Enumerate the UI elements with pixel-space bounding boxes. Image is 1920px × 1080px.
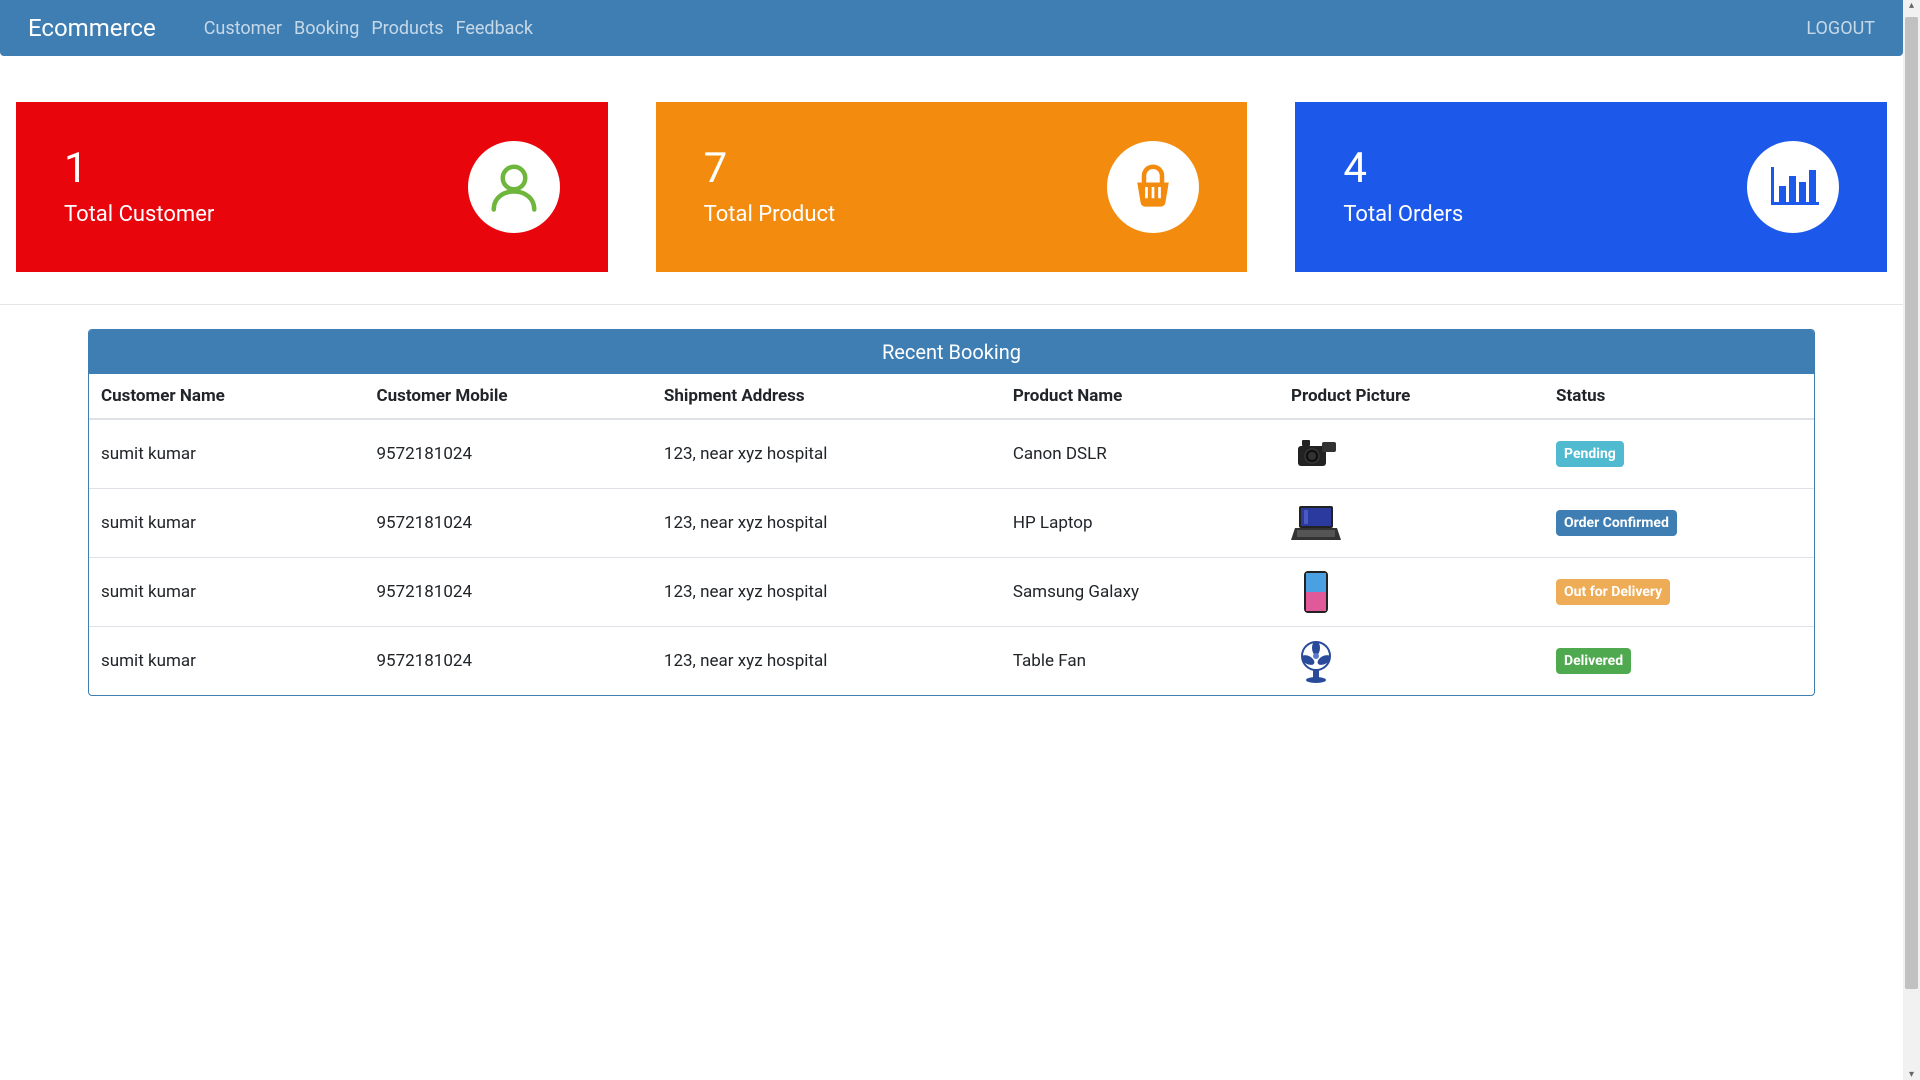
col-status: Status <box>1546 374 1814 419</box>
cell-customer-name: sumit kumar <box>89 558 366 627</box>
user-icon <box>468 141 560 233</box>
status-badge: Order Confirmed <box>1556 510 1677 536</box>
cell-product-name: Table Fan <box>1003 627 1281 696</box>
cell-status: Order Confirmed <box>1546 489 1814 558</box>
table-row: sumit kumar9572181024123, near xyz hospi… <box>89 419 1814 489</box>
cell-customer-mobile: 9572181024 <box>366 558 653 627</box>
stat-card-customer[interactable]: 1 Total Customer <box>16 102 608 272</box>
cell-customer-mobile: 9572181024 <box>366 419 653 489</box>
navbar-nav: Customer Booking Products Feedback <box>204 18 1807 39</box>
product-image-phone <box>1291 570 1341 614</box>
stat-card-orders[interactable]: 4 Total Orders <box>1295 102 1887 272</box>
col-product-name: Product Name <box>1003 374 1281 419</box>
cell-product-picture <box>1281 419 1546 489</box>
nav-link-booking[interactable]: Booking <box>294 18 359 39</box>
stat-label: Total Customer <box>64 202 214 227</box>
col-customer-mobile: Customer Mobile <box>366 374 653 419</box>
stat-card-product[interactable]: 7 Total Product <box>656 102 1248 272</box>
cell-customer-name: sumit kumar <box>89 489 366 558</box>
navbar-brand[interactable]: Ecommerce <box>28 14 156 42</box>
barchart-icon <box>1747 141 1839 233</box>
product-image-camera <box>1291 432 1341 476</box>
nav-link-customer[interactable]: Customer <box>204 18 282 39</box>
stat-label: Total Product <box>704 202 836 227</box>
recent-booking-panel: Recent Booking Customer Name Customer Mo… <box>88 329 1815 696</box>
stat-value: 7 <box>704 148 836 190</box>
stat-value: 1 <box>64 148 214 190</box>
table-row: sumit kumar9572181024123, near xyz hospi… <box>89 489 1814 558</box>
divider <box>0 304 1903 305</box>
col-shipment-address: Shipment Address <box>654 374 1003 419</box>
stats-row: 1 Total Customer 7 Total Product 4 Total… <box>0 56 1903 288</box>
col-product-picture: Product Picture <box>1281 374 1546 419</box>
table-row: sumit kumar9572181024123, near xyz hospi… <box>89 627 1814 696</box>
cell-product-name: Canon DSLR <box>1003 419 1281 489</box>
cell-customer-name: sumit kumar <box>89 419 366 489</box>
cell-product-picture <box>1281 627 1546 696</box>
cell-customer-mobile: 9572181024 <box>366 489 653 558</box>
booking-table: Customer Name Customer Mobile Shipment A… <box>89 374 1814 695</box>
stat-value: 4 <box>1343 148 1463 190</box>
status-badge: Out for Delivery <box>1556 579 1670 605</box>
basket-icon <box>1107 141 1199 233</box>
nav-link-logout[interactable]: LOGOUT <box>1806 18 1875 39</box>
cell-shipment-address: 123, near xyz hospital <box>654 627 1003 696</box>
status-badge: Pending <box>1556 441 1624 467</box>
product-image-laptop <box>1291 501 1341 545</box>
navbar: Ecommerce Customer Booking Products Feed… <box>0 0 1903 56</box>
recent-booking-title: Recent Booking <box>89 330 1814 374</box>
cell-product-picture <box>1281 558 1546 627</box>
status-badge: Delivered <box>1556 648 1631 674</box>
cell-status: Out for Delivery <box>1546 558 1814 627</box>
cell-status: Pending <box>1546 419 1814 489</box>
cell-product-name: Samsung Galaxy <box>1003 558 1281 627</box>
cell-shipment-address: 123, near xyz hospital <box>654 558 1003 627</box>
cell-customer-mobile: 9572181024 <box>366 627 653 696</box>
product-image-fan <box>1291 639 1341 683</box>
scrollbar[interactable] <box>1903 0 1920 1080</box>
cell-status: Delivered <box>1546 627 1814 696</box>
cell-product-picture <box>1281 489 1546 558</box>
stat-label: Total Orders <box>1343 202 1463 227</box>
nav-link-feedback[interactable]: Feedback <box>456 18 533 39</box>
table-row: sumit kumar9572181024123, near xyz hospi… <box>89 558 1814 627</box>
cell-shipment-address: 123, near xyz hospital <box>654 489 1003 558</box>
cell-product-name: HP Laptop <box>1003 489 1281 558</box>
cell-shipment-address: 123, near xyz hospital <box>654 419 1003 489</box>
nav-link-products[interactable]: Products <box>371 18 443 39</box>
cell-customer-name: sumit kumar <box>89 627 366 696</box>
col-customer-name: Customer Name <box>89 374 366 419</box>
